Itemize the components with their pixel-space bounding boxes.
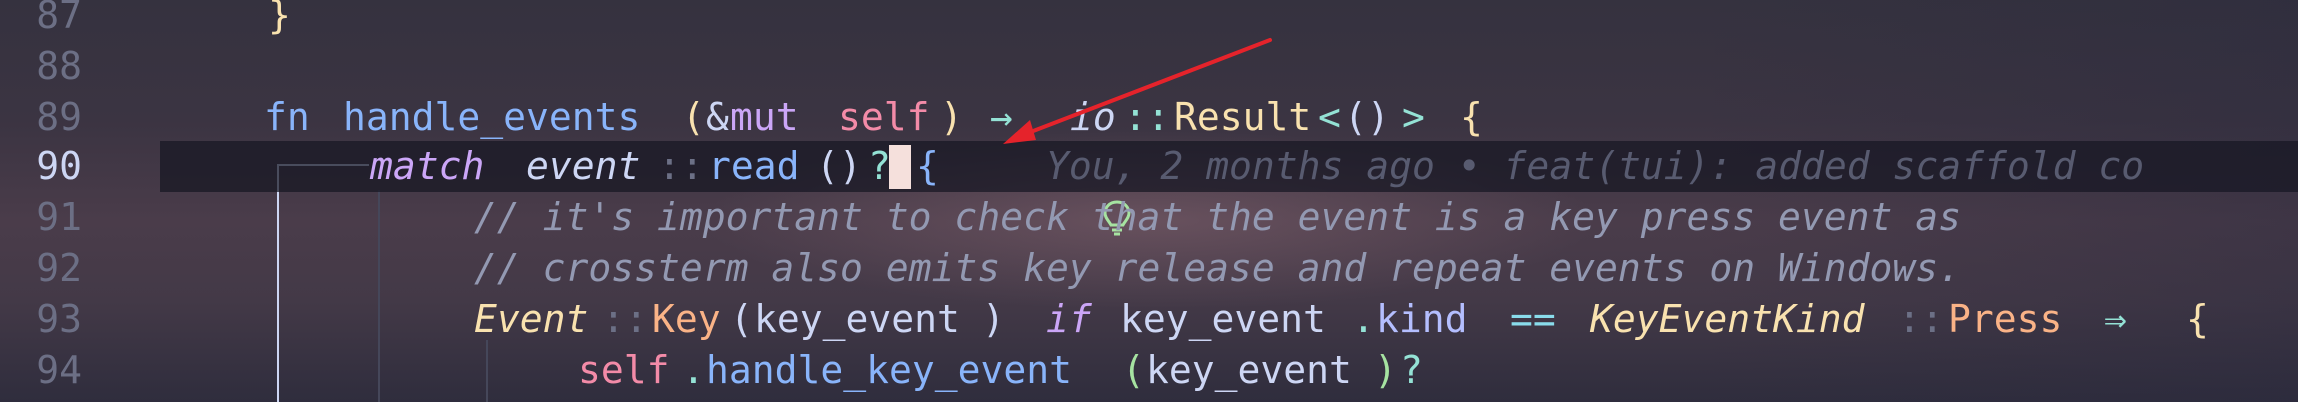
code-line-current[interactable]: 90 match event :: read () ? { You, 2 mon… [36, 141, 2298, 236]
code-line[interactable]: 94 self . handle_key_event ( key_event )… [0, 345, 2298, 396]
open-paren: ( [1122, 348, 1145, 392]
close-paren: ) [940, 95, 963, 139]
key-variant: Key [652, 297, 721, 341]
function-name: handle_events [343, 95, 641, 139]
if-keyword: if [1046, 297, 1092, 341]
call-parens: () [816, 144, 862, 188]
text-cursor [889, 145, 911, 189]
press-variant: Press [1948, 297, 2063, 341]
generic-open: < [1318, 95, 1341, 139]
code-line[interactable]: 88 [0, 41, 2298, 92]
code-editor[interactable]: 87 } 88 89 fn handle_events ( & mut self… [0, 0, 2298, 402]
ampersand: & [706, 95, 729, 139]
close-paren: ) [1374, 348, 1397, 392]
line-number: 91 [36, 195, 82, 239]
line-number: 87 [36, 0, 82, 37]
close-paren: ) [982, 297, 1005, 341]
dot: . [682, 348, 705, 392]
code-line[interactable]: 93 Event :: Key ( key_event ) if key_eve… [0, 294, 2298, 345]
code-line[interactable]: 89 fn handle_events ( & mut self ) → io … [0, 92, 2298, 143]
line-number: 89 [36, 95, 82, 139]
binding-key-event: key_event [754, 297, 960, 341]
dot: . [1352, 297, 1375, 341]
comment: // it's important to check that the even… [474, 195, 1962, 239]
code-line[interactable]: 87 } [0, 0, 2298, 41]
open-brace: { [1460, 95, 1483, 139]
key-event-kind-type: KeyEventKind [1590, 297, 1865, 341]
open-paren: ( [682, 95, 705, 139]
question-operator: ? [868, 144, 891, 188]
path-separator: :: [658, 144, 704, 188]
equality-operator: == [1510, 297, 1556, 341]
fat-arrow: ⇒ [2104, 297, 2127, 341]
mut-keyword: mut [730, 95, 799, 139]
io-module: io [1070, 95, 1116, 139]
self-keyword: self [578, 348, 670, 392]
git-blame-annotation: You, 2 months ago • feat(tui): added sca… [1046, 144, 2145, 188]
lightbulb-icon[interactable] [962, 147, 1131, 236]
line-number: 88 [36, 44, 82, 88]
line-number: 93 [36, 297, 82, 341]
event-enum: Event [474, 297, 589, 341]
path-separator: :: [602, 297, 648, 341]
path-separator: :: [1124, 95, 1170, 139]
kind-field: kind [1376, 297, 1468, 341]
open-brace: { [916, 144, 939, 188]
result-type: Result [1174, 95, 1312, 139]
comment: // crossterm also emits key release and … [474, 246, 1962, 290]
code-line[interactable]: 92 // crossterm also emits key release a… [0, 243, 2298, 294]
open-paren: ( [730, 297, 753, 341]
key-event-var: key_event [1120, 297, 1326, 341]
fn-keyword: fn [264, 95, 310, 139]
closing-brace: } [268, 0, 291, 37]
event-module: event [526, 144, 641, 188]
line-number: 92 [36, 246, 82, 290]
read-function: read [708, 144, 800, 188]
generic-close: > [1402, 95, 1425, 139]
match-keyword: match [370, 144, 485, 188]
line-number: 94 [36, 348, 82, 392]
key-event-arg: key_event [1146, 348, 1352, 392]
handle-key-event-call: handle_key_event [706, 348, 1073, 392]
line-number: 90 [36, 144, 82, 188]
self-keyword: self [838, 95, 930, 139]
open-brace: { [2186, 297, 2209, 341]
unit-type: () [1344, 95, 1390, 139]
question-operator: ? [1400, 348, 1423, 392]
return-arrow: → [990, 95, 1013, 139]
code-line[interactable]: 91 // it's important to check that the e… [0, 192, 2298, 243]
path-separator: :: [1898, 297, 1944, 341]
